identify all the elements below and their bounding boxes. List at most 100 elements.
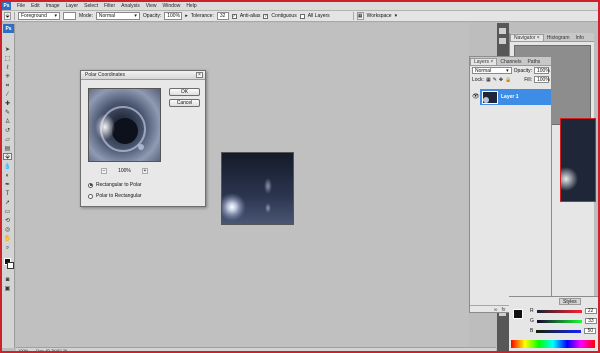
lock-image-icon[interactable]: ✎ <box>493 77 497 83</box>
green-value[interactable]: 33 <box>584 318 597 324</box>
red-value[interactable]: 22 <box>584 308 597 314</box>
layer-name: Layer 1 <box>501 94 519 100</box>
ok-button[interactable]: OK <box>169 88 200 96</box>
zoom-out-button[interactable]: − <box>101 168 107 174</box>
tab-info[interactable]: Info <box>573 34 587 41</box>
3d-rotate-tool-icon[interactable]: ⟲ <box>3 217 12 224</box>
lock-transparent-icon[interactable]: ▦ <box>486 77 491 83</box>
menu-view[interactable]: View <box>143 3 160 9</box>
opacity-arrow-icon[interactable]: ▸ <box>185 13 188 19</box>
marquee-tool-icon[interactable]: ⬚ <box>3 55 12 62</box>
radio-rect-to-polar[interactable] <box>88 182 93 188</box>
dock-icon[interactable] <box>499 38 506 44</box>
layer-style-icon[interactable]: fx <box>501 307 505 313</box>
navigator-view-box[interactable] <box>554 118 596 202</box>
cancel-button[interactable]: Cancel <box>169 99 200 107</box>
lock-position-icon[interactable]: ✥ <box>499 77 503 83</box>
status-zoom[interactable]: 100% <box>18 348 28 353</box>
close-icon[interactable]: × <box>196 72 203 78</box>
radio-selected-dot <box>89 184 92 186</box>
clone-stamp-tool-icon[interactable]: ♙ <box>3 118 12 125</box>
shape-tool-icon[interactable]: ▭ <box>3 208 12 215</box>
menu-filter[interactable]: Filter <box>101 3 118 9</box>
contiguous-checkbox[interactable]: ✓ <box>263 13 269 19</box>
foreground-color-swatch[interactable] <box>513 309 523 319</box>
layer-opacity-value: 100% <box>537 67 550 74</box>
navigator-thumbnail <box>554 119 595 201</box>
layer-row[interactable]: Layer 1 <box>480 89 551 105</box>
tab-histogram[interactable]: Histogram <box>544 34 573 41</box>
option-rect-to-polar[interactable]: Rectangular to Polar <box>88 182 142 188</box>
magic-wand-tool-icon[interactable]: ✳ <box>3 73 12 80</box>
workspace-menu[interactable]: Workspace <box>367 13 392 19</box>
move-tool-icon[interactable]: ➤ <box>3 46 12 53</box>
3d-camera-tool-icon[interactable]: ◎ <box>3 226 12 233</box>
layer-opacity-input[interactable]: 100% <box>534 67 550 74</box>
chevron-down-icon: ▾ <box>394 13 398 19</box>
mode-select[interactable]: Normal ▾ <box>95 12 140 20</box>
option-polar-to-rect[interactable]: Polar to Rectangular <box>88 193 142 199</box>
tolerance-input[interactable]: 32 <box>216 12 229 20</box>
blur-tool-icon[interactable]: 💧 <box>3 163 12 170</box>
menu-analysis[interactable]: Analysis <box>118 3 143 9</box>
screen-mode-icon[interactable]: ▣ <box>3 285 12 292</box>
gradient-tool-icon[interactable]: ▤ <box>3 145 12 152</box>
tab-layers[interactable]: Layers × <box>470 58 498 65</box>
anti-alias-checkbox[interactable]: ✓ <box>231 13 237 19</box>
tab-channels[interactable]: Channels <box>497 58 524 65</box>
opacity-input[interactable]: 100% <box>164 12 183 20</box>
pen-tool-icon[interactable]: ✒ <box>3 181 12 188</box>
zoom-value: 100% <box>118 168 131 174</box>
brush-panel-icon[interactable]: ▦ <box>356 12 364 20</box>
crop-tool-icon[interactable]: ⌗ <box>3 82 12 89</box>
pattern-picker[interactable] <box>63 12 76 20</box>
brush-tool-icon[interactable]: ✎ <box>3 109 12 116</box>
color-ramp[interactable] <box>511 340 595 348</box>
history-brush-tool-icon[interactable]: ↺ <box>3 127 12 134</box>
menu-layer[interactable]: Layer <box>63 3 82 9</box>
path-selection-tool-icon[interactable]: ➚ <box>3 199 12 206</box>
visibility-eye-icon[interactable]: 👁 <box>472 93 480 100</box>
eraser-tool-icon[interactable]: ▱ <box>3 136 12 143</box>
dock-icon[interactable] <box>499 28 506 34</box>
all-layers-checkbox[interactable] <box>299 13 305 19</box>
paint-bucket-tool-icon[interactable]: ⬙ <box>3 153 12 160</box>
menu-window[interactable]: Window <box>160 3 184 9</box>
eyedropper-tool-icon[interactable]: ⁄ <box>3 91 12 98</box>
green-label: G <box>530 318 534 324</box>
blend-mode-value: Normal <box>475 67 492 74</box>
lasso-tool-icon[interactable]: ℓ <box>3 64 12 71</box>
dialog-title-bar[interactable]: Polar Coordinates × <box>81 71 205 80</box>
lock-label: Lock: <box>472 76 484 83</box>
background-color-swatch[interactable] <box>7 262 14 269</box>
lock-all-icon[interactable]: 🔒 <box>505 77 511 83</box>
fill-input[interactable]: 100% <box>534 76 550 83</box>
blue-value[interactable]: 50 <box>584 328 597 334</box>
blue-slider[interactable] <box>536 329 582 333</box>
zoom-in-button[interactable]: + <box>141 168 148 174</box>
blend-mode-select[interactable]: Normal ▾ <box>472 67 512 74</box>
tab-paths[interactable]: Paths <box>524 58 543 65</box>
chevron-down-icon: ▾ <box>54 13 57 19</box>
menu-select[interactable]: Select <box>81 3 101 9</box>
zoom-tool-icon[interactable]: ⌕ <box>3 244 12 251</box>
menu-help[interactable]: Help <box>183 3 199 9</box>
tab-styles[interactable]: Styles <box>559 298 581 305</box>
hand-tool-icon[interactable]: ✋ <box>3 235 12 242</box>
tab-navigator[interactable]: Navigator × <box>510 34 544 41</box>
link-layers-icon[interactable]: ∞ <box>494 307 498 313</box>
fill-source-select[interactable]: Foreground ▾ <box>18 12 60 20</box>
radio-polar-to-rect[interactable] <box>88 193 93 199</box>
dodge-tool-icon[interactable]: ◐ <box>3 172 12 179</box>
paint-bucket-icon[interactable]: ⬙ <box>4 12 11 20</box>
green-slider[interactable] <box>536 319 582 323</box>
document-image[interactable] <box>221 152 294 225</box>
healing-brush-tool-icon[interactable]: ✚ <box>3 100 12 107</box>
quick-mask-icon[interactable]: ◙ <box>3 276 12 283</box>
red-slider[interactable] <box>536 309 582 313</box>
menu-file[interactable]: File <box>14 3 28 9</box>
filter-preview[interactable] <box>88 88 161 162</box>
menu-edit[interactable]: Edit <box>28 3 43 9</box>
menu-image[interactable]: Image <box>43 3 63 9</box>
type-tool-icon[interactable]: T <box>3 190 12 197</box>
